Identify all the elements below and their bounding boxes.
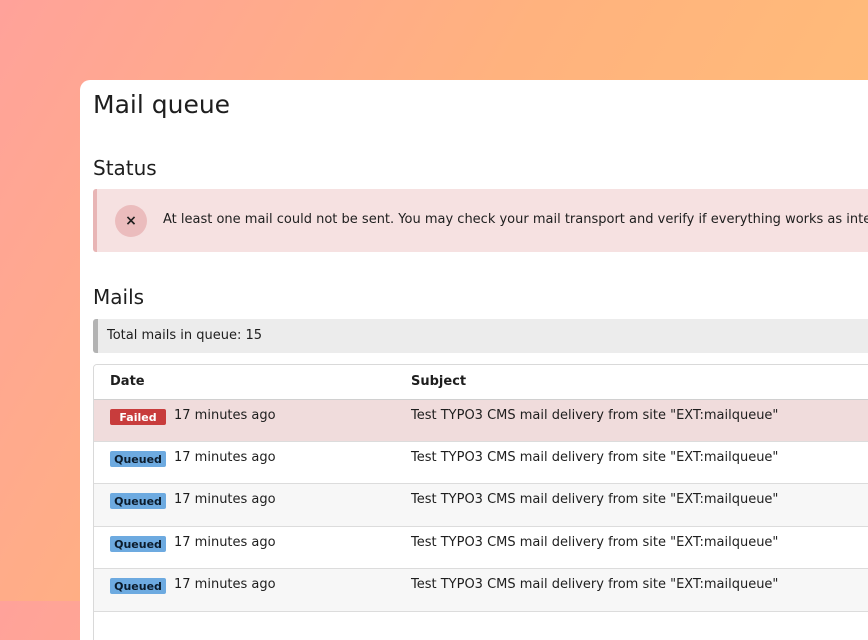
row-subject: Test TYPO3 CMS mail delivery from site "…: [411, 535, 779, 550]
row-date: 17 minutes ago: [174, 492, 276, 507]
table-row[interactable]: Queued 17 minutes ago Test TYPO3 CMS mai…: [94, 484, 868, 527]
row-subject: Test TYPO3 CMS mail delivery from site "…: [411, 408, 779, 423]
table-row[interactable]: Queued 17 minutes ago Test TYPO3 CMS mai…: [94, 442, 868, 484]
table-row[interactable]: Failed 17 minutes ago Test TYPO3 CMS mai…: [94, 400, 868, 442]
status-badge: Queued: [110, 578, 166, 594]
row-date: 17 minutes ago: [174, 408, 276, 423]
column-header-date[interactable]: Date: [110, 374, 145, 389]
mail-queue-panel: Mail queue Status × At least one mail co…: [80, 80, 868, 640]
error-alert: × At least one mail could not be sent. Y…: [93, 189, 868, 252]
queue-total-info: Total mails in queue: 15: [93, 319, 868, 353]
table-row[interactable]: Queued 17 minutes ago Test TYPO3 CMS mai…: [94, 569, 868, 612]
row-date: 17 minutes ago: [174, 450, 276, 465]
table-body: Failed 17 minutes ago Test TYPO3 CMS mai…: [94, 400, 868, 612]
page-title: Mail queue: [93, 90, 231, 119]
queue-total-label: Total mails in queue: 15: [107, 328, 263, 343]
alert-message: At least one mail could not be sent. You…: [163, 212, 868, 227]
status-badge: Queued: [110, 493, 166, 509]
status-badge: Failed: [110, 409, 166, 425]
row-date: 17 minutes ago: [174, 535, 276, 550]
row-subject: Test TYPO3 CMS mail delivery from site "…: [411, 450, 779, 465]
row-subject: Test TYPO3 CMS mail delivery from site "…: [411, 577, 779, 592]
mails-section-title: Mails: [93, 285, 145, 309]
status-badge: Queued: [110, 451, 166, 467]
row-date: 17 minutes ago: [174, 577, 276, 592]
row-subject: Test TYPO3 CMS mail delivery from site "…: [411, 492, 779, 507]
status-badge: Queued: [110, 536, 166, 552]
mail-table: Date Subject Failed 17 minutes ago Test …: [93, 364, 868, 640]
table-row[interactable]: Queued 17 minutes ago Test TYPO3 CMS mai…: [94, 527, 868, 569]
status-section-title: Status: [93, 156, 157, 180]
close-icon: ×: [115, 205, 147, 237]
table-header: Date Subject: [94, 365, 868, 400]
column-header-subject[interactable]: Subject: [411, 374, 466, 389]
